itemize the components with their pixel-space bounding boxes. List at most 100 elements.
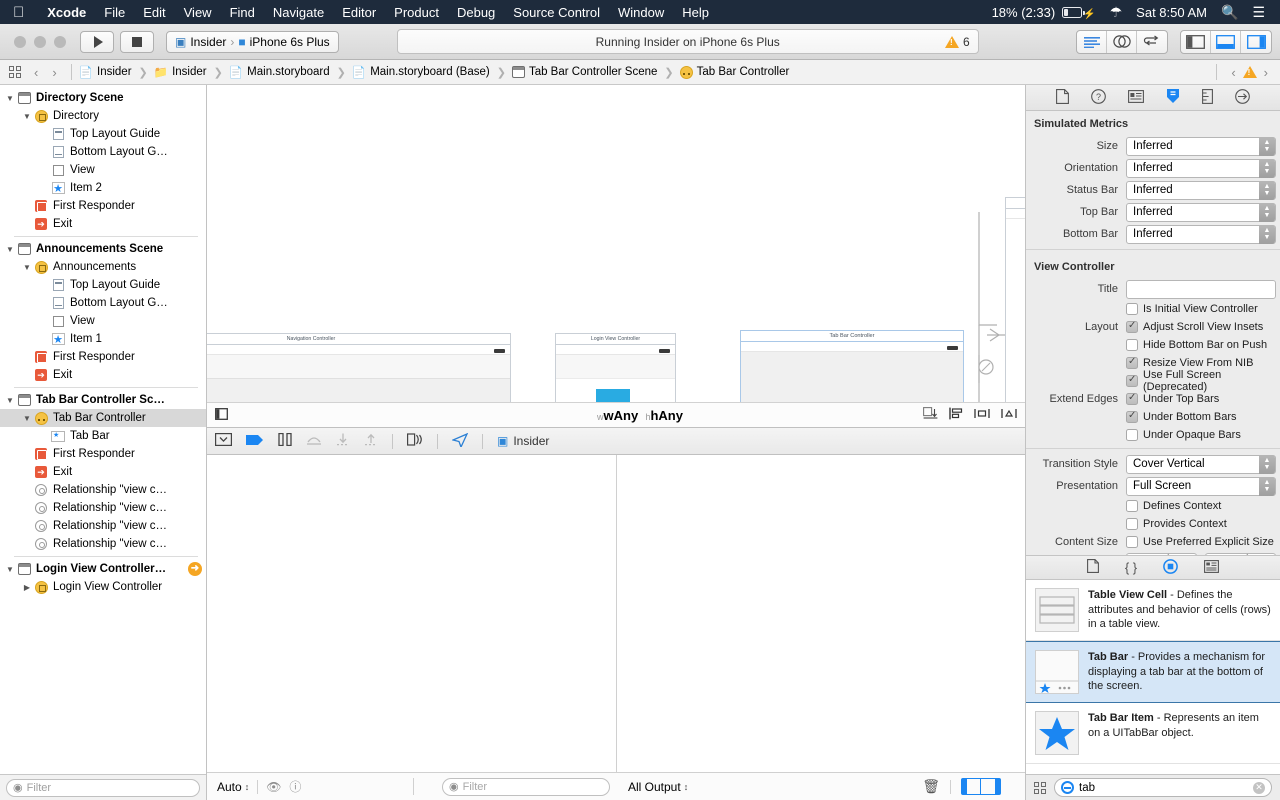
stepper-icon[interactable]: ▲▼ <box>1259 202 1275 222</box>
outline-row-announcements-scene[interactable]: ▼ Announcements Scene <box>0 240 206 258</box>
provides-context-checkbox[interactable] <box>1126 518 1138 530</box>
close-window-button[interactable] <box>14 35 26 48</box>
extend-edges-bottom-row[interactable]: Under Bottom Bars <box>1026 408 1280 426</box>
stepper-icon[interactable]: ▲▼ <box>1259 476 1275 496</box>
editor-mode-segmented[interactable] <box>1076 29 1168 54</box>
connections-inspector-icon[interactable] <box>1235 88 1250 107</box>
continue-icon[interactable] <box>246 434 264 449</box>
simulated-bottom-bar-popup[interactable]: Inferred ▲ ▼ <box>1126 224 1276 244</box>
under-top-bars-checkbox[interactable] <box>1126 392 1138 405</box>
wifi-icon[interactable]: ☂ <box>1103 4 1130 21</box>
clear-console-icon[interactable]: 🗑 <box>922 778 940 795</box>
navigator-toggle-icon[interactable] <box>1181 30 1211 53</box>
library-item-tab-bar-item[interactable]: Tab Bar Item - Represents an item on a U… <box>1026 703 1280 764</box>
outline-row-bottom-layout-g[interactable]: Bottom Layout G… <box>0 294 206 312</box>
object-library-icon[interactable] <box>1163 558 1178 577</box>
menu-view[interactable]: View <box>175 5 221 20</box>
outline-row-relationship-view-c[interactable]: Relationship "view c… <box>0 481 206 499</box>
assistant-editor-icon[interactable] <box>1107 30 1137 53</box>
stepper-icon[interactable]: ▲▼ <box>1259 136 1275 156</box>
simulated-top-bar-popup[interactable]: Inferred ▲ ▼ <box>1126 202 1276 222</box>
breadcrumb-item-tab-bar-controller[interactable]: Tab Bar Controller <box>679 65 793 79</box>
window-traffic-lights[interactable] <box>8 35 80 48</box>
outline-row-bottom-layout-g[interactable]: Bottom Layout G… <box>0 143 206 161</box>
nav-forward-button[interactable]: › <box>45 65 63 80</box>
transition-style-popup[interactable]: Cover Vertical ▲ ▼ <box>1126 454 1276 474</box>
outline-row-announcements[interactable]: ▼ Announcements <box>0 258 206 276</box>
outline-row-view[interactable]: View <box>0 312 206 330</box>
simulated-status-bar-popup[interactable]: Inferred ▲ ▼ <box>1126 180 1276 200</box>
menu-source-control[interactable]: Source Control <box>504 5 609 20</box>
content-height-input[interactable]: 600▲▼ <box>1205 551 1276 555</box>
menu-file[interactable]: File <box>95 5 134 20</box>
search-icon[interactable]: 🔍 <box>1214 4 1245 21</box>
next-issue-button[interactable]: › <box>1257 65 1275 80</box>
stepper-icon[interactable]: ▲▼ <box>1163 551 1174 556</box>
menu-edit[interactable]: Edit <box>134 5 174 20</box>
disclosure-triangle-icon[interactable]: ▼ <box>4 565 16 574</box>
debug-process-label[interactable]: ▣ Insider <box>497 434 549 448</box>
resolve-auto-layout-issues-icon[interactable] <box>923 407 938 423</box>
defines-context-checkbox[interactable] <box>1126 500 1138 512</box>
outline-row-top-layout-guide[interactable]: Top Layout Guide <box>0 125 206 143</box>
use-preferred-explicit-size-checkbox[interactable] <box>1126 536 1138 548</box>
stepper-icon[interactable]: ▲▼ <box>1259 454 1275 474</box>
defines-context-row[interactable]: Defines Context <box>1026 497 1280 515</box>
layout-hide-bottom-bar-row[interactable]: Hide Bottom Bar on Push <box>1026 336 1280 354</box>
variables-pane[interactable] <box>207 455 617 772</box>
menu-window[interactable]: Window <box>609 5 673 20</box>
notification-center-icon[interactable]: ☰ <box>1245 4 1272 21</box>
size-class-indicator[interactable]: wwAny hhAny <box>597 408 683 423</box>
menu-navigate[interactable]: Navigate <box>264 5 333 20</box>
code-snippet-library-icon[interactable]: { } <box>1125 560 1137 575</box>
outline-row-item-1[interactable]: ★ Item 1 <box>0 330 206 348</box>
previous-issue-button[interactable]: ‹ <box>1224 65 1242 80</box>
stepper-icon[interactable]: ▲▼ <box>1259 180 1275 200</box>
stepper-icon[interactable]: ▲▼ <box>1259 224 1275 244</box>
menu-editor[interactable]: Editor <box>333 5 385 20</box>
under-opaque-bars-checkbox[interactable] <box>1126 429 1138 441</box>
menu-find[interactable]: Find <box>221 5 264 20</box>
zoom-window-button[interactable] <box>54 35 66 48</box>
is-initial-vc-checkbox[interactable] <box>1126 303 1138 315</box>
is-initial-vc-row[interactable]: Is Initial View Controller <box>1026 300 1280 318</box>
clear-search-icon[interactable]: ✕ <box>1253 781 1265 794</box>
login-view-controller-scene[interactable]: Login View Controller <box>555 333 676 402</box>
disclosure-triangle-icon[interactable]: ▼ <box>21 112 33 121</box>
battery-status-text[interactable]: 18% (2:33) <box>985 5 1063 20</box>
console-pane-icon[interactable] <box>981 778 1001 795</box>
library-item-tab-bar[interactable]: Tab Bar - Provides a mechanism for displ… <box>1026 641 1280 703</box>
object-library-list[interactable]: Table View Cell - Defines the attributes… <box>1026 580 1280 774</box>
disclosure-triangle-icon[interactable]: ▼ <box>21 414 33 423</box>
outline-row-exit[interactable]: ➔ Exit <box>0 366 206 384</box>
run-button[interactable] <box>80 30 114 53</box>
adjust-scroll-view-insets-checkbox[interactable] <box>1126 320 1138 333</box>
navigator-filter-input[interactable]: ◉ Filter <box>6 778 200 797</box>
outline-row-relationship-view-c[interactable]: Relationship "view c… <box>0 517 206 535</box>
directory-scene[interactable]: Directory <box>1005 197 1025 402</box>
media-library-icon[interactable] <box>1204 559 1220 576</box>
navigation-controller-scene[interactable]: Navigation Controller Navigation Control… <box>207 333 511 402</box>
presentation-popup[interactable]: Full Screen ▲ ▼ <box>1126 476 1276 496</box>
outline-row-exit[interactable]: ➔ Exit <box>0 463 206 481</box>
info-icon[interactable]: ⓘ <box>289 778 301 795</box>
outline-row-tab-bar-controller[interactable]: ▼ Tab Bar Controller <box>0 409 206 427</box>
size-inspector-icon[interactable] <box>1202 88 1213 107</box>
variables-scope-popup[interactable]: Auto ↕ <box>217 780 249 794</box>
outline-row-exit[interactable]: ➔ Exit <box>0 215 206 233</box>
breadcrumb-item-project[interactable]: 📄 Insider ❯ <box>79 65 154 79</box>
outline-row-item-2[interactable]: ★ Item 2 <box>0 179 206 197</box>
warning-icon[interactable] <box>1242 66 1257 78</box>
related-items-icon[interactable] <box>9 66 21 78</box>
file-template-library-icon[interactable] <box>1086 559 1099 576</box>
watch-icon[interactable]: 👁 <box>266 780 281 794</box>
stepper-icon[interactable]: ▲▼ <box>1259 158 1275 178</box>
pin-icon[interactable] <box>974 407 990 423</box>
disclosure-triangle-icon[interactable]: ▼ <box>4 94 16 103</box>
outline-row-login-view-controller[interactable]: ▶ Login View Controller <box>0 578 206 596</box>
standard-editor-icon[interactable] <box>1077 30 1107 53</box>
step-over-icon[interactable] <box>306 433 322 449</box>
debug-area-toggle-icon[interactable] <box>1211 30 1241 53</box>
outline-row-tab-bar-controller-sc[interactable]: ▼ Tab Bar Controller Sc… <box>0 391 206 409</box>
menu-debug[interactable]: Debug <box>448 5 504 20</box>
